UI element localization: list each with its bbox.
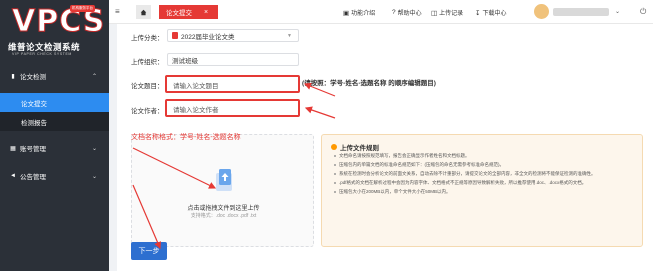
sidebar-item-account[interactable]: ▦ 账号管理 ⌄: [0, 138, 109, 158]
info-icon: [331, 144, 337, 150]
user-name-redacted: [553, 7, 609, 16]
feature-intro-link[interactable]: ▣ 功能介绍: [343, 8, 376, 18]
logo-badge: 机构服务平台: [70, 5, 95, 12]
org-field[interactable]: 测试班级: [167, 53, 299, 66]
author-input[interactable]: 请输入论文作者: [165, 99, 300, 117]
download-center-link[interactable]: ↧ 下载中心: [475, 8, 507, 18]
chevron-down-icon: ⌄: [91, 145, 97, 152]
link-label: 帮助中心: [397, 11, 422, 17]
top-bar: ≡ 论文提交 × ▣ 功能介绍 ? 帮助中心 ◫ 上传记录 ↧ 下载中心 ⌄ ⏻: [109, 0, 653, 24]
logo-name-en: VIP PAPER CHECK SYSTEM: [12, 52, 72, 56]
title-input[interactable]: 请输入论文题目: [165, 75, 300, 93]
link-label: 功能介绍: [351, 11, 376, 17]
category-select[interactable]: 2022届毕业论文类 ▼: [167, 29, 299, 42]
megaphone-icon: ◄: [10, 173, 16, 179]
list-item: 压缩包内的单篇文档的标准命名规范如下：(压缩包的命名无需参考标准命名规范)。: [334, 162, 639, 168]
user-menu[interactable]: ⌄: [534, 4, 620, 19]
category-value: 2022届毕业论文类: [181, 33, 235, 41]
help-icon: ?: [392, 9, 396, 16]
chevron-down-icon: ⌄: [615, 9, 621, 15]
list-item: 系统在检测时会分析论文的前面文关系，自动去除不计重部分，请提交论文的全部内容，非…: [334, 171, 639, 177]
list-item: 文档命名请按照规范填写，报告会正确显示作者姓名和文档标题。: [334, 153, 639, 159]
home-icon: [140, 9, 147, 15]
file-upload-dropzone[interactable]: 点击或拖拽文件到这里上传 支持格式：.doc .docx .pdf .txt: [131, 134, 314, 247]
tab-label: 论文提交: [166, 10, 192, 17]
link-label: 下载中心: [482, 11, 507, 17]
document-icon: [172, 32, 178, 39]
vpcs-logo: VPCS 机构服务平台 维普论文检测系统 VIP PAPER CHECK SYS…: [0, 0, 109, 64]
menu-toggle-icon[interactable]: ≡: [115, 7, 120, 16]
author-label: 论文作者：: [131, 108, 164, 115]
link-label: 上传记录: [439, 11, 464, 17]
category-label: 上传分类：: [131, 35, 164, 42]
org-label: 上传组织：: [131, 59, 164, 66]
upload-file-icon: [216, 169, 232, 191]
download-icon: ↧: [475, 9, 481, 17]
rules-list: 文档命名请按照规范填写，报告会正确显示作者姓名和文档标题。 压缩包内的单篇文档的…: [334, 153, 639, 198]
chevron-down-icon: ▼: [287, 32, 292, 39]
tab-paper-submit[interactable]: 论文提交 ×: [159, 5, 218, 19]
upload-formats: 支持格式：.doc .docx .pdf .txt: [190, 213, 257, 219]
author-placeholder: 请输入论文作者: [173, 107, 219, 114]
title-label: 论文题目：: [131, 83, 164, 90]
next-step-button[interactable]: 下一步: [131, 242, 167, 260]
sidebar-item-paper-check[interactable]: ▮ 论文检测 ⌃: [0, 66, 109, 86]
close-icon[interactable]: ×: [204, 9, 208, 16]
filename-format-note: 文档名称格式：学号-姓名-选题名称: [131, 134, 241, 141]
upload-title: 点击或拖拽文件到这里上传: [187, 206, 260, 212]
user-card-icon: ▦: [10, 145, 16, 152]
help-center-link[interactable]: ? 帮助中心: [392, 8, 422, 17]
chevron-up-icon: ⌃: [91, 73, 97, 80]
sidebar: VPCS 机构服务平台 维普论文检测系统 VIP PAPER CHECK SYS…: [0, 0, 109, 271]
sidebar-subitem-paper-submit[interactable]: 论文提交: [0, 93, 109, 112]
sidebar-item-label: 公告管理: [20, 174, 46, 181]
feature-icon: ▣: [343, 9, 350, 17]
sidebar-subitem-check-report[interactable]: 检测报告: [0, 112, 109, 131]
rules-title-text: 上传文件规则: [340, 145, 379, 152]
document-icon: ▮: [11, 73, 15, 80]
list-item: 压缩包大小在200MB以内，单个文件大小在50MB以内。: [334, 189, 639, 195]
chevron-down-icon: ⌄: [91, 173, 97, 180]
sidebar-item-label: 论文检测: [20, 74, 46, 81]
upload-record-icon: ◫: [431, 9, 438, 17]
list-item: .pdf格式的文档在解析过程中会因为内容字体、文档格式不正规等原因导致解析失败，…: [334, 180, 639, 186]
sidebar-item-announcement[interactable]: ◄ 公告管理 ⌄: [0, 166, 109, 186]
rules-title: 上传文件规则: [331, 142, 379, 152]
org-value: 测试班级: [172, 57, 198, 65]
paper-submit-form: 上传分类： 2022届毕业论文类 ▼ 上传组织： 测试班级 论文题目： 请输入论…: [117, 24, 653, 271]
title-format-hint: (请按照：学号-姓名-选题名称 的顺序编辑题目): [302, 80, 436, 87]
power-icon[interactable]: ⏻: [640, 7, 646, 17]
upload-rules-panel: 上传文件规则 文档命名请按照规范填写，报告会正确显示作者姓名和文档标题。 压缩包…: [321, 134, 643, 247]
upload-record-link[interactable]: ◫ 上传记录: [431, 8, 464, 18]
sidebar-item-label: 账号管理: [20, 146, 46, 153]
avatar: [534, 4, 549, 19]
home-tab[interactable]: [136, 5, 151, 19]
title-placeholder: 请输入论文题目: [173, 83, 219, 90]
